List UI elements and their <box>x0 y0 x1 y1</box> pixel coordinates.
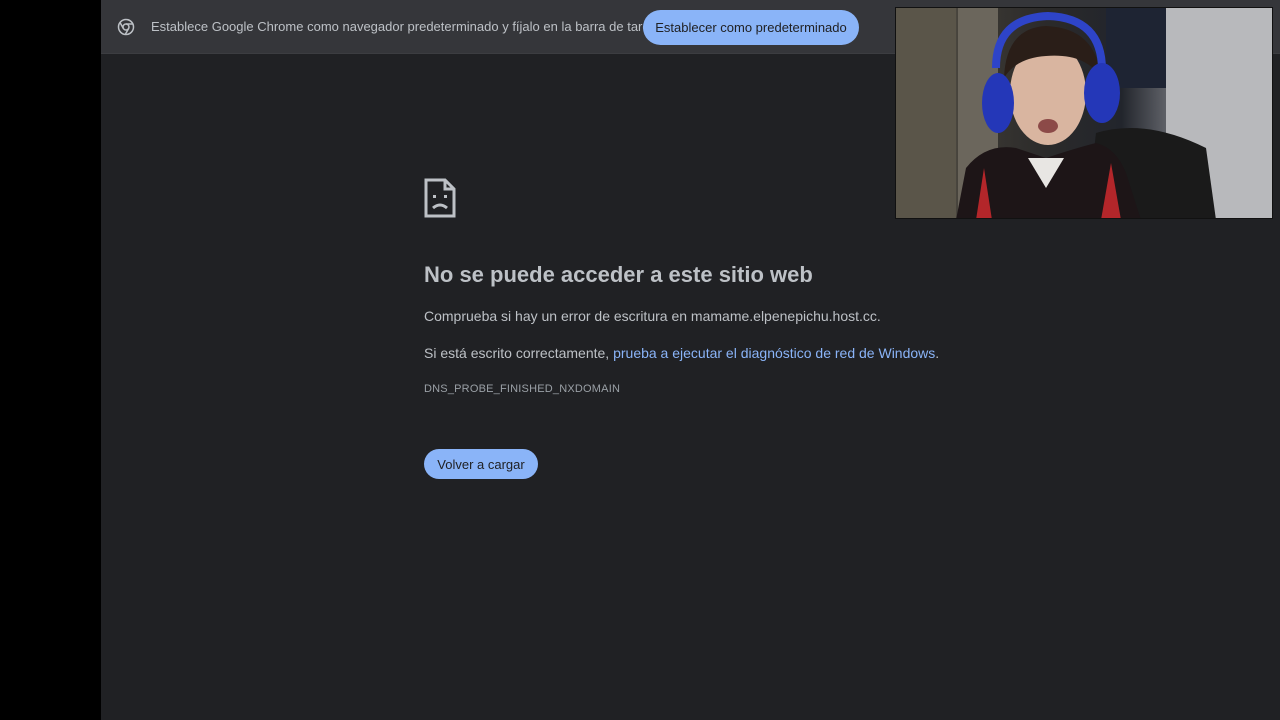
typo-check-text: Comprueba si hay un error de escritura e… <box>424 308 881 324</box>
webcam-person-silhouette <box>896 8 1272 218</box>
sad-document-icon <box>424 178 456 218</box>
set-default-button[interactable]: Establecer como predeterminado <box>643 10 859 45</box>
chrome-icon <box>117 18 135 36</box>
infobar-message: Establece Google Chrome como navegador p… <box>151 19 664 34</box>
webcam-overlay <box>895 7 1273 219</box>
left-black-margin <box>0 0 101 720</box>
typo-check-domain: mamame.elpenepichu.host.cc <box>690 308 877 324</box>
typo-check-prefix: Comprueba si hay un error de escritura e… <box>424 308 691 324</box>
reload-button[interactable]: Volver a cargar <box>424 449 538 479</box>
typo-check-suffix: . <box>876 308 881 324</box>
error-title: No se puede acceder a este sitio web <box>424 262 813 287</box>
diagnostics-suffix: . <box>935 345 940 361</box>
network-diagnostics-link[interactable]: prueba a ejecutar el diagnóstico de red … <box>613 345 935 361</box>
diagnostics-prefix: Si está escrito correctamente, <box>424 345 614 361</box>
diagnostics-text: Si está escrito correctamente, prueba a … <box>424 345 939 361</box>
error-code: DNS_PROBE_FINISHED_NXDOMAIN <box>424 383 621 395</box>
